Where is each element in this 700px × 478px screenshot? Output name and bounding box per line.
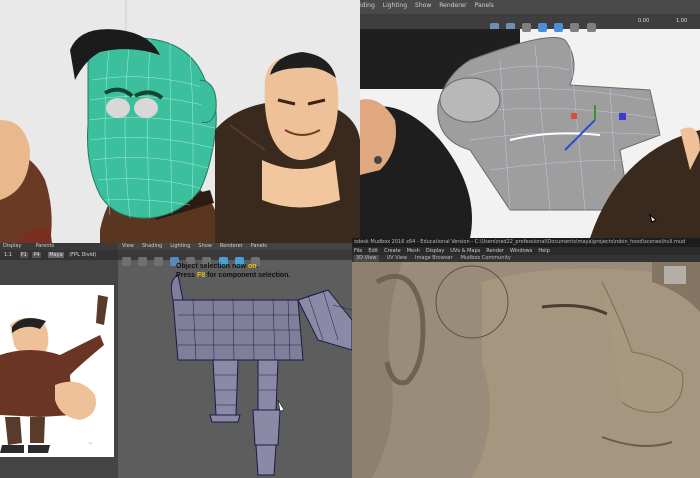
tab-3d-view[interactable]: 3D View bbox=[354, 255, 379, 262]
grey-mesh-illustration bbox=[360, 37, 700, 238]
message-line1-post: . bbox=[256, 263, 259, 270]
menu-display[interactable]: Display bbox=[426, 247, 444, 255]
menu-help[interactable]: Help bbox=[538, 247, 549, 255]
menu-panels[interactable]: Panels bbox=[251, 243, 267, 249]
mode-select[interactable]: Maya bbox=[48, 252, 64, 258]
tab-mudbox-community[interactable]: Mudbox Community bbox=[461, 255, 511, 262]
mudbox-sculpt-panel[interactable] bbox=[352, 238, 700, 478]
mudbox-menubar: File Edit Create Mesh Display UVs & Maps… bbox=[352, 247, 700, 255]
message-line2-pre: Press bbox=[176, 272, 198, 279]
menu-create[interactable]: Create bbox=[384, 247, 401, 255]
lineup-illustration bbox=[0, 0, 360, 243]
field-p1[interactable]: P1 bbox=[19, 252, 28, 258]
message-line2-highlight: F8 bbox=[197, 272, 206, 279]
menu-windows[interactable]: Windows bbox=[510, 247, 532, 255]
menu-lighting[interactable]: Lighting bbox=[170, 243, 190, 249]
viewport-character-lineup[interactable] bbox=[0, 0, 360, 243]
menu-parents[interactable]: Parents bbox=[35, 243, 54, 249]
menu-mesh[interactable]: Mesh bbox=[407, 247, 420, 255]
mudbox-titlebar: odesk Mudbox 2016 x64 - Educational Vers… bbox=[352, 238, 700, 247]
mode-value: (FPL Divid) bbox=[69, 252, 97, 258]
menu-view[interactable]: View bbox=[122, 243, 134, 249]
bl-menubar: Display Parents bbox=[3, 243, 54, 249]
reference-image-panel[interactable]: Display Parents 1:1 P1 P4 Maya (FPL Divi… bbox=[0, 243, 118, 478]
frame-ratio[interactable]: 1:1 bbox=[4, 252, 12, 258]
bm-toolbar bbox=[118, 250, 352, 266]
field-p4[interactable]: P4 bbox=[32, 252, 41, 258]
menu-renderer[interactable]: Renderer bbox=[220, 243, 243, 249]
menu-edit[interactable]: Edit bbox=[368, 247, 378, 255]
message-line1-highlight: on bbox=[247, 263, 257, 270]
tab-uv-view[interactable]: UV View bbox=[387, 255, 408, 262]
svg-text:~: ~ bbox=[88, 440, 93, 447]
message-line2-post: for component selection. bbox=[205, 272, 291, 279]
reference-character-illustration: ~ bbox=[0, 295, 108, 453]
mudbox-tabs: 3D View UV View Image Browser Mudbox Com… bbox=[352, 255, 700, 262]
sculpted-face-illustration bbox=[352, 262, 700, 478]
view-cube-icon[interactable] bbox=[664, 266, 686, 284]
reference-image: ~ bbox=[0, 285, 114, 457]
menu-show[interactable]: Show bbox=[198, 243, 212, 249]
message-line1-pre: Object selection now bbox=[176, 263, 248, 270]
bm-menubar: View Shading Lighting Show Renderer Pane… bbox=[122, 243, 267, 249]
menu-uvs-maps[interactable]: UVs & Maps bbox=[450, 247, 480, 255]
menu-file[interactable]: File bbox=[354, 247, 362, 255]
viewport-mesh-modeling[interactable]: iding Lighting Show Renderer Panels 0.00… bbox=[360, 0, 700, 238]
menu-render[interactable]: Render bbox=[486, 247, 504, 255]
menu-shading[interactable]: Shading bbox=[142, 243, 162, 249]
wireframe-robot-illustration bbox=[170, 274, 352, 476]
viewport-message: Object selection now on. Press F8 for co… bbox=[176, 262, 290, 280]
bl-toolbar: 1:1 P1 P4 Maya (FPL Divid) bbox=[0, 250, 118, 260]
menu-display[interactable]: Display bbox=[3, 243, 21, 249]
tab-image-browser[interactable]: Image Browser bbox=[415, 255, 453, 262]
